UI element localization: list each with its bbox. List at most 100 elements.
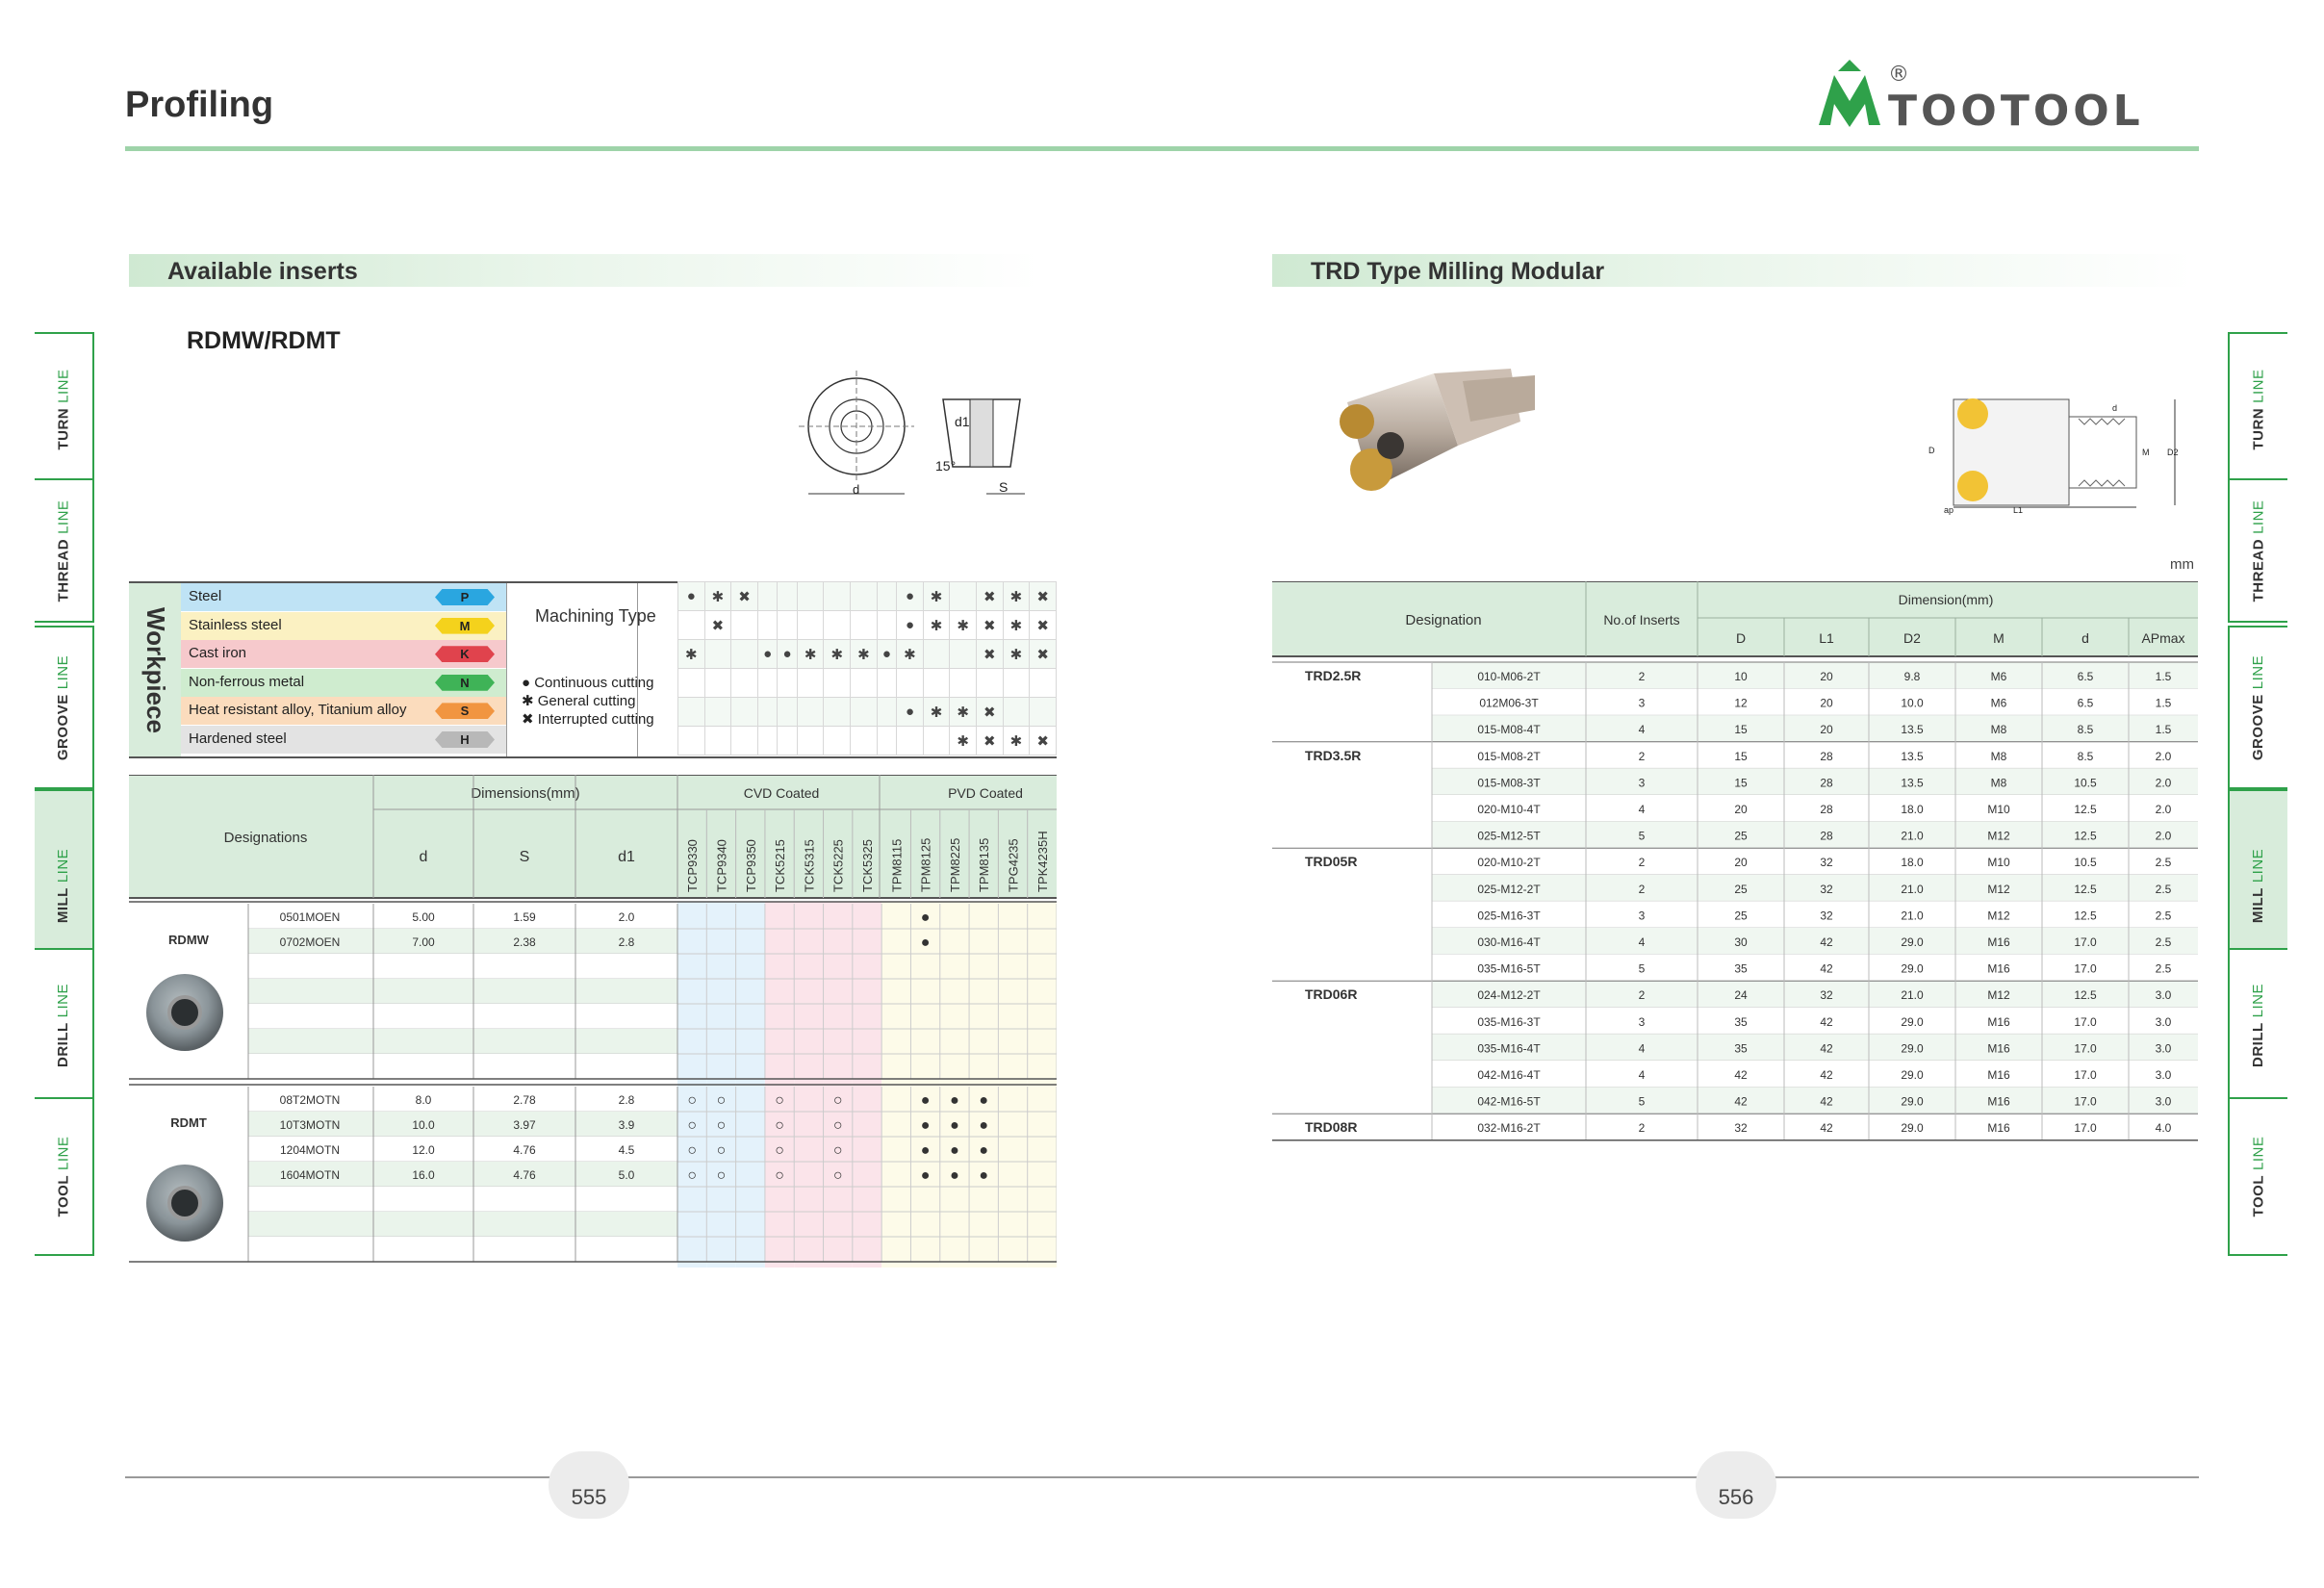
dim-cell-M: M10	[1987, 803, 2010, 816]
dim-cell-L1: 32	[1820, 988, 1833, 1002]
label-D: D	[1928, 446, 1935, 455]
machining-mark	[677, 668, 705, 698]
dim-cell-M: M12	[1987, 883, 2010, 896]
dim-cell-d: 12.5	[2074, 883, 2097, 896]
machining-mark: ✱	[1002, 581, 1031, 611]
side-tab-thread[interactable]: THREAD LINE	[35, 478, 94, 623]
grade-mark: ●	[921, 935, 931, 951]
col-d-header: d	[420, 849, 428, 865]
label-d: d	[2112, 403, 2117, 413]
side-tab-label: TURN	[55, 407, 72, 450]
code-cell: 015-M08-4T	[1477, 723, 1541, 736]
workpiece-row: Hardened steel H	[181, 726, 506, 754]
machining-mark: ✱	[949, 610, 978, 640]
designation-cell: 1604MOTN	[280, 1168, 340, 1182]
grade-mark: ○	[687, 1117, 697, 1134]
machining-mark: ✖	[976, 639, 1004, 669]
dim-cell-M: M12	[1987, 909, 2010, 922]
logo-text: TOOTOOL	[1888, 87, 2144, 136]
dim-cell-D: 15	[1734, 750, 1748, 763]
cvd-header: CVD Coated	[744, 785, 820, 801]
side-tab-sub: LINE	[2250, 368, 2267, 403]
side-tab-drill[interactable]: DRILL LINE	[2228, 948, 2287, 1102]
iso-code-tag: N	[435, 674, 495, 691]
machining-mark	[703, 697, 732, 727]
grade-header: TCK5325	[860, 839, 875, 892]
grade-header: TCK5215	[773, 839, 787, 892]
machining-mark	[922, 726, 951, 756]
side-tab-sub: LINE	[2250, 848, 2267, 883]
machining-mark: ✱	[922, 697, 951, 727]
machining-mark	[703, 639, 732, 669]
grade-mark: ○	[833, 1117, 843, 1134]
iso-code-tag: P	[435, 589, 495, 605]
side-tab-sub: LINE	[55, 983, 72, 1017]
dim-cell-L1: 20	[1820, 723, 1833, 736]
dim-cell-D: 24	[1734, 988, 1748, 1002]
grade-header: TPK4235H	[1035, 831, 1050, 892]
side-tab-groove[interactable]: GROOVE LINE	[35, 626, 94, 789]
machining-mark	[730, 639, 758, 669]
dim-cell-M: M6	[1991, 670, 2007, 683]
dim-cell-D: 15	[1734, 723, 1748, 736]
workpiece-name: Cast iron	[189, 645, 247, 662]
machining-row: ✖ ● ✱ ✱ ✖ ✱ ✖	[677, 610, 1057, 640]
side-tab-label: TOOL	[55, 1174, 72, 1217]
workpiece-row: Non-ferrous metal N	[181, 668, 506, 697]
dim-cell-M: M12	[1987, 988, 2010, 1002]
machining-mark: ✖	[976, 610, 1004, 640]
machining-mark	[976, 668, 1004, 698]
side-tab-tool[interactable]: TOOL LINE	[35, 1097, 94, 1256]
code-cell: 035-M16-3T	[1477, 1015, 1541, 1029]
side-tab-turn[interactable]: TURN LINE	[35, 332, 94, 486]
dim-cell-D: 25	[1734, 909, 1748, 922]
dim-cell-D: 15	[1734, 776, 1748, 789]
machining-row: ✱ ● ● ✱ ✱ ✱ ● ✱ ✖ ✱ ✖	[677, 639, 1057, 669]
dim-cell-L1: 28	[1820, 830, 1833, 843]
label-d: d	[853, 482, 859, 497]
dim-cell-L1: 20	[1820, 697, 1833, 710]
side-tab-tool[interactable]: TOOL LINE	[2228, 1097, 2287, 1256]
side-tab-turn[interactable]: TURN LINE	[2228, 332, 2287, 486]
machining-mark	[850, 726, 878, 756]
side-tab-sub: LINE	[55, 1136, 72, 1170]
machining-mark	[876, 726, 898, 756]
machining-mark	[677, 726, 705, 756]
dim-cell-M: M16	[1987, 935, 2010, 949]
machining-mark	[823, 668, 852, 698]
grade-mark: ○	[717, 1142, 727, 1159]
machining-type-grid: ● ✱ ✖ ● ✱ ✖ ✱ ✖ ✖ ● ✱ ✱ ✖ ✱ ✖ ✱ ● ● ✱ ✱ ✱ ● ✱ ✖ ✱ ✖ ● ✱ ✱ ✖ ✱ ✖ ✱ ✖	[677, 581, 1057, 756]
side-tab-label: MILL	[55, 886, 72, 923]
side-tab-drill[interactable]: DRILL LINE	[35, 948, 94, 1102]
machining-mark	[896, 668, 924, 698]
side-tab-groove[interactable]: GROOVE LINE	[2228, 626, 2287, 789]
machining-mark	[796, 581, 825, 611]
side-tab-label: DRILL	[2250, 1021, 2267, 1067]
machining-mark	[876, 668, 898, 698]
grade-mark: ●	[979, 1167, 988, 1184]
machining-mark	[1029, 697, 1057, 727]
machining-mark: ✖	[976, 697, 1004, 727]
workpiece-panel: Workpiece Steel P Stainless steel M Cast iro…	[129, 581, 1057, 758]
side-tab-thread[interactable]: THREAD LINE	[2228, 478, 2287, 623]
machining-mark: ✱	[949, 697, 978, 727]
dim-cell-D2: 29.0	[1901, 962, 1924, 976]
machining-mark	[730, 610, 758, 640]
inserts-cell: 2	[1639, 988, 1646, 1002]
dim-cell-M: M6	[1991, 697, 2007, 710]
dim-cell-D2: 29.0	[1901, 1015, 1924, 1029]
page-number-left: 555	[549, 1451, 629, 1519]
dim-cell-D: 25	[1734, 830, 1748, 843]
d-cell: 10.0	[412, 1118, 435, 1132]
grade-mark: ○	[687, 1092, 697, 1109]
machining-row	[677, 668, 1057, 698]
dim-cell-ap: 2.5	[2156, 909, 2172, 922]
machining-mark: ✖	[976, 726, 1004, 756]
designation-header: Designation	[1405, 612, 1481, 628]
dim-col-header: M	[1993, 630, 2005, 646]
d-cell: 7.00	[412, 935, 435, 949]
dim-cell-L1: 42	[1820, 1041, 1833, 1055]
inserts-cell: 5	[1639, 1095, 1646, 1109]
inserts-cell: 4	[1639, 935, 1646, 949]
machining-mark	[677, 697, 705, 727]
